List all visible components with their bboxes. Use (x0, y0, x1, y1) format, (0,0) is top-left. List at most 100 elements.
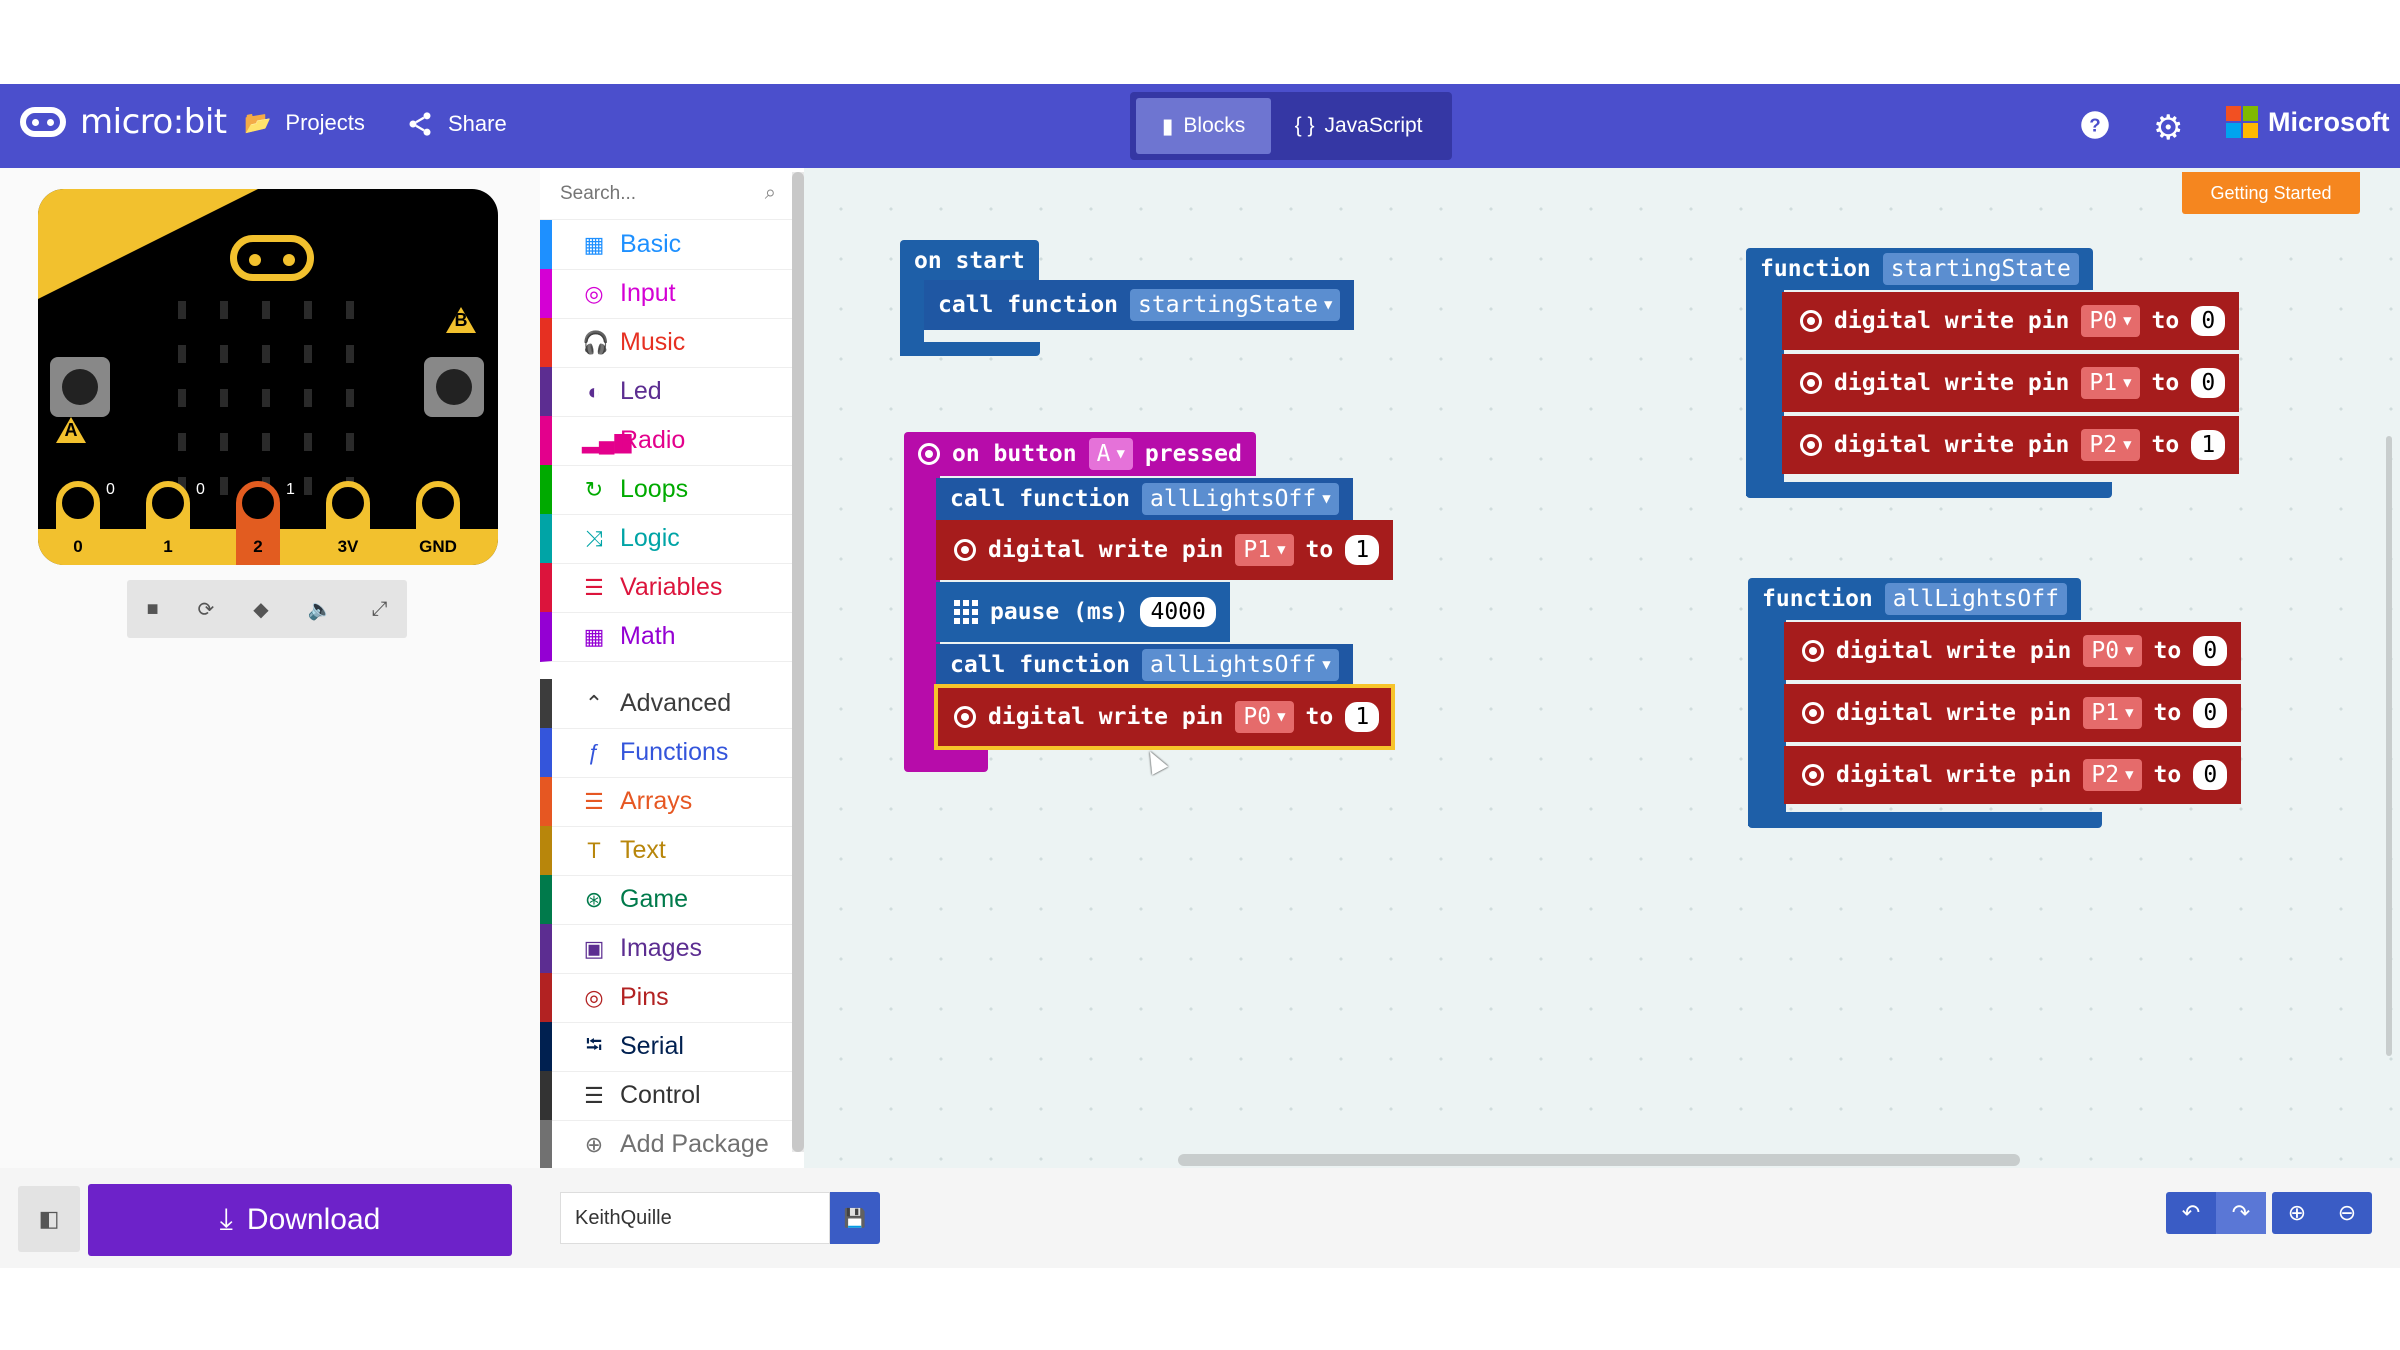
category-add-package[interactable]: ⊕ Add Package (540, 1120, 792, 1170)
digital-write-block[interactable]: digital write pin P1 ▼ to 0 (1782, 354, 2240, 412)
pin-dropdown[interactable]: P1 ▼ (2083, 697, 2142, 729)
category-input[interactable]: ◎ Input (540, 269, 792, 319)
category-label: Serial (620, 1032, 684, 1060)
workspace-horizontal-scrollbar[interactable] (1178, 1154, 2020, 1166)
blocks-workspace[interactable]: on start call function startingState ▼ on… (804, 168, 2400, 1168)
stop-icon[interactable]: ■ (146, 598, 158, 621)
digital-write-label: digital write pin (1834, 308, 2070, 334)
workspace-vertical-scrollbar[interactable] (2386, 436, 2392, 1056)
search-input[interactable] (560, 182, 740, 205)
category-functions[interactable]: ƒ Functions (540, 728, 792, 778)
toolbox-scrollbar[interactable] (792, 172, 804, 1152)
microsoft-logo[interactable]: Microsoft (2226, 106, 2390, 138)
button-dropdown[interactable]: A ▼ (1088, 438, 1133, 470)
pin-0[interactable]: 0 0 (50, 481, 115, 565)
mute-icon[interactable]: 🔈 (308, 597, 333, 622)
value-input[interactable]: 0 (2193, 698, 2228, 728)
digital-write-block[interactable]: digital write pin P2 ▼ to 1 (1782, 416, 2240, 474)
microbit-logo[interactable]: micro:bit (20, 102, 227, 142)
projects-button[interactable]: 📂 Projects (244, 110, 365, 136)
undo-button[interactable]: ↶ (2166, 1192, 2216, 1234)
digital-write-block[interactable]: digital write pin P0 ▼ to 0 (1782, 292, 2240, 350)
category-loops[interactable]: ↻ Loops (540, 465, 792, 515)
search-icon[interactable]: ⌕ (765, 182, 776, 205)
editor-mode-toggle: ▮ Blocks { } JavaScript (1130, 92, 1452, 160)
digital-write-block[interactable]: digital write pin P1 ▼ to 0 (1784, 684, 2242, 742)
javascript-mode-button[interactable]: { } JavaScript (1271, 98, 1446, 154)
pause-block[interactable]: pause (ms) 4000 (936, 582, 1230, 642)
function-name-field[interactable]: allLightsOff (1884, 583, 2067, 615)
digital-write-block[interactable]: digital write pin P1 ▼ to 1 (936, 520, 1394, 580)
simulator-controls: ■ ⟳ ◆ 🔈 ⤢ (127, 580, 407, 638)
call-function-block[interactable]: call function allLightsOff ▼ (936, 478, 1353, 520)
pin-dropdown[interactable]: P2 ▼ (2083, 759, 2142, 791)
pin-dropdown[interactable]: P2 ▼ (2081, 429, 2140, 461)
function-dropdown[interactable]: allLightsOff ▼ (1142, 483, 1339, 515)
pin-dropdown[interactable]: P1 ▼ (1235, 534, 1294, 566)
value-input[interactable]: 0 (2193, 636, 2228, 666)
value-input[interactable]: 0 (2191, 368, 2226, 398)
blocks-mode-button[interactable]: ▮ Blocks (1136, 98, 1272, 154)
category-arrays[interactable]: ☰ Arrays (540, 777, 792, 827)
button-b[interactable] (424, 357, 484, 417)
category-advanced[interactable]: ⌃ Advanced (540, 679, 792, 729)
zoom-out-button[interactable]: ⊖ (2322, 1192, 2372, 1234)
digital-write-block[interactable]: digital write pin P2 ▼ to 0 (1784, 746, 2242, 804)
on-button-pressed-block[interactable]: on button A ▼ pressed (904, 432, 1256, 476)
pause-value-input[interactable]: 4000 (1140, 597, 1216, 627)
button-a[interactable] (50, 357, 110, 417)
function-dropdown[interactable]: allLightsOff ▼ (1142, 649, 1339, 681)
category-control[interactable]: ☰ Control (540, 1071, 792, 1121)
category-radio[interactable]: ▂▄▆ Radio (540, 416, 792, 466)
pin-dropdown[interactable]: P0 ▼ (2083, 635, 2142, 667)
category-math[interactable]: ▦ Math (540, 612, 792, 662)
value-input[interactable]: 1 (1345, 702, 1380, 732)
category-music[interactable]: 🎧 Music (540, 318, 792, 368)
project-name-input[interactable] (560, 1192, 830, 1244)
save-button[interactable]: 💾 (830, 1192, 880, 1244)
pin-dropdown[interactable]: P0 ▼ (2081, 305, 2140, 337)
value-input[interactable]: 0 (2191, 306, 2226, 336)
category-serial[interactable]: ⭾ Serial (540, 1022, 792, 1072)
value-input[interactable]: 1 (2191, 430, 2226, 460)
download-button[interactable]: ⤓ Download (88, 1184, 512, 1256)
slow-mo-icon[interactable]: ◆ (253, 597, 268, 622)
help-button[interactable]: ? (2080, 110, 2110, 140)
category-game[interactable]: ⊛ Game (540, 875, 792, 925)
pin-name: P1 (2091, 700, 2120, 726)
category-images[interactable]: ▣ Images (540, 924, 792, 974)
function-dropdown[interactable]: startingState ▼ (1130, 289, 1341, 321)
category-led[interactable]: ◐ Led (540, 367, 792, 417)
pin-2[interactable]: 2 1 (230, 481, 295, 565)
function-definition-block[interactable]: function startingState (1746, 248, 2093, 290)
fullscreen-icon[interactable]: ⤢ (372, 598, 388, 621)
pin-3v[interactable]: 3V (320, 481, 374, 565)
value-input[interactable]: 0 (2193, 760, 2228, 790)
restart-icon[interactable]: ⟳ (198, 597, 215, 622)
pin-gnd[interactable]: GND (410, 481, 464, 565)
function-name-field[interactable]: startingState (1882, 253, 2079, 285)
call-function-block[interactable]: call function startingState ▼ (924, 280, 1355, 330)
value-input[interactable]: 1 (1345, 535, 1380, 565)
pin-1[interactable]: 1 0 (140, 481, 205, 565)
call-function-block[interactable]: call function allLightsOff ▼ (936, 644, 1353, 686)
zoom-in-button[interactable]: ⊕ (2272, 1192, 2322, 1234)
collapse-simulator-button[interactable]: ◧ (18, 1186, 80, 1252)
folder-icon: 📂 (244, 110, 272, 135)
share-button[interactable]: Share (406, 110, 507, 138)
category-label: Pins (620, 983, 669, 1011)
category-variables[interactable]: ☰ Variables (540, 563, 792, 613)
settings-button[interactable]: ⚙ (2153, 108, 2183, 148)
category-logic[interactable]: ⤨ Logic (540, 514, 792, 564)
on-start-block[interactable]: on start (900, 240, 1039, 282)
category-basic[interactable]: ▦ Basic (540, 220, 792, 270)
pin-dropdown[interactable]: P1 ▼ (2081, 367, 2140, 399)
getting-started-button[interactable]: Getting Started (2182, 172, 2360, 214)
pin-dropdown[interactable]: P0 ▼ (1235, 701, 1294, 733)
category-pins[interactable]: ◎ Pins (540, 973, 792, 1023)
function-definition-block[interactable]: function allLightsOff (1748, 578, 2081, 620)
digital-write-block[interactable]: digital write pin P0 ▼ to 0 (1784, 622, 2242, 680)
digital-write-block-selected[interactable]: digital write pin P0 ▼ to 1 (933, 684, 1396, 750)
redo-button[interactable]: ↷ (2216, 1192, 2266, 1234)
category-text[interactable]: T Text (540, 826, 792, 876)
